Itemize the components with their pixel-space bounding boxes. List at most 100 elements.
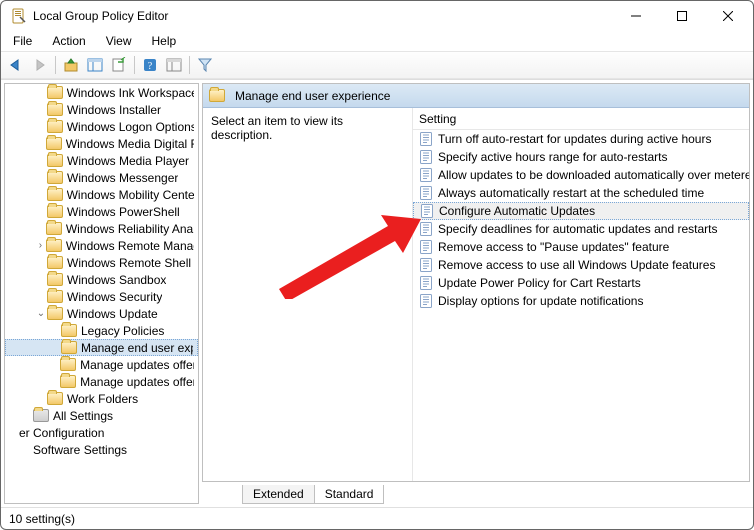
tree-item-label: Windows Sandbox (67, 273, 166, 287)
tree-item-label: Windows Logon Options (67, 120, 194, 134)
setting-item[interactable]: Configure Automatic Updates (413, 202, 749, 220)
policy-icon (419, 132, 433, 146)
setting-item[interactable]: Turn off auto-restart for updates during… (413, 130, 749, 148)
setting-item[interactable]: Remove access to use all Windows Update … (413, 256, 749, 274)
tree-item-label: Manage updates offere (80, 358, 194, 372)
tree-item-label: Manage end user expe (81, 341, 193, 355)
properties-button[interactable] (163, 54, 185, 76)
tree-item-label: Legacy Policies (81, 324, 164, 338)
setting-item[interactable]: Remove access to "Pause updates" feature (413, 238, 749, 256)
menu-help[interactable]: Help (144, 33, 185, 49)
policy-icon (419, 222, 433, 236)
tree-item[interactable]: ›Windows Remote Manage (5, 237, 198, 254)
description-prompt: Select an item to view its description. (211, 114, 343, 142)
setting-label: Turn off auto-restart for updates during… (438, 132, 711, 146)
tree-item[interactable]: ›Windows Mobility Center (5, 186, 198, 203)
tree-pane[interactable]: ›Windows Ink Workspace›Windows Installer… (4, 83, 199, 504)
tree-item-label: Windows Messenger (67, 171, 178, 185)
svg-text:?: ? (148, 61, 153, 72)
tab-extended[interactable]: Extended (242, 485, 315, 504)
tree-item[interactable]: ⌄ Windows Update (5, 305, 198, 322)
close-button[interactable] (705, 1, 751, 31)
folder-icon (47, 103, 63, 116)
menu-view[interactable]: View (98, 33, 140, 49)
filter-button[interactable] (194, 54, 216, 76)
folder-icon (46, 222, 62, 235)
tree-item[interactable]: ›Software Settings (5, 441, 198, 458)
tree-item[interactable]: ›Manage updates offere (5, 356, 198, 373)
tree-item-label: Windows Update (67, 307, 158, 321)
up-button[interactable] (60, 54, 82, 76)
title-bar: Local Group Policy Editor (1, 1, 753, 31)
tree-item[interactable]: ›er Configuration (5, 424, 198, 441)
settings-list: Setting Turn off auto-restart for update… (412, 108, 749, 481)
tree-item[interactable]: ›Legacy Policies (5, 322, 198, 339)
tree-item[interactable]: ›Windows Media Player (5, 152, 198, 169)
chevron-right-icon[interactable]: › (35, 240, 46, 251)
menu-action[interactable]: Action (44, 33, 93, 49)
setting-label: Update Power Policy for Cart Restarts (438, 276, 641, 290)
menu-file[interactable]: File (5, 33, 40, 49)
tab-standard[interactable]: Standard (314, 485, 385, 504)
policy-icon (419, 294, 433, 308)
folder-icon (47, 86, 63, 99)
export-button[interactable] (108, 54, 130, 76)
folder-icon (60, 375, 76, 388)
tree-item[interactable]: ›Windows Logon Options (5, 118, 198, 135)
folder-icon (46, 137, 62, 150)
content-header-label: Manage end user experience (235, 89, 390, 103)
tree-item[interactable]: ›Manage updates offere (5, 373, 198, 390)
setting-item[interactable]: Specify deadlines for automatic updates … (413, 220, 749, 238)
tree-item[interactable]: ›Windows Ink Workspace (5, 84, 198, 101)
setting-item[interactable]: Display options for update notifications (413, 292, 749, 310)
tree-item-label: Windows Installer (67, 103, 161, 117)
folder-icon (61, 324, 77, 337)
tree-item[interactable]: ›Windows Remote Shell (5, 254, 198, 271)
content-header: Manage end user experience (203, 84, 749, 108)
setting-label: Remove access to "Pause updates" feature (438, 240, 669, 254)
status-bar: 10 setting(s) (1, 507, 753, 529)
setting-item[interactable]: Update Power Policy for Cart Restarts (413, 274, 749, 292)
tree-item[interactable]: ›Windows Messenger (5, 169, 198, 186)
tree-item-label: Software Settings (33, 443, 127, 457)
tree-item[interactable]: ›Windows Media Digital Rig (5, 135, 198, 152)
tree-item[interactable]: ›All Settings (5, 407, 198, 424)
minimize-button[interactable] (613, 1, 659, 31)
help-button[interactable]: ? (139, 54, 161, 76)
setting-label: Always automatically restart at the sche… (438, 186, 704, 200)
setting-label: Allow updates to be downloaded automatic… (438, 168, 749, 182)
settings-icon (33, 409, 49, 422)
panes-button[interactable] (84, 54, 106, 76)
folder-icon (47, 392, 63, 405)
forward-button[interactable] (29, 54, 51, 76)
content-pane: Manage end user experience Select an ite… (202, 83, 750, 504)
tree-item-label: Windows Media Player (67, 154, 189, 168)
setting-item[interactable]: Specify active hours range for auto-rest… (413, 148, 749, 166)
folder-icon (60, 358, 76, 371)
back-button[interactable] (5, 54, 27, 76)
tree-item-label: Work Folders (67, 392, 138, 406)
folder-icon (47, 290, 63, 303)
tree-item-label: Windows Mobility Center (67, 188, 194, 202)
tree-item[interactable]: ›Manage end user expe (5, 339, 198, 356)
setting-item[interactable]: Always automatically restart at the sche… (413, 184, 749, 202)
tree-item[interactable]: ›Windows PowerShell (5, 203, 198, 220)
window-title: Local Group Policy Editor (33, 9, 168, 23)
settings-column-header[interactable]: Setting (413, 108, 749, 130)
folder-icon (47, 205, 63, 218)
status-text: 10 setting(s) (9, 512, 75, 526)
app-window: Local Group Policy Editor File Action Vi… (0, 0, 754, 530)
tree-item[interactable]: ›Work Folders (5, 390, 198, 407)
setting-label: Specify active hours range for auto-rest… (438, 150, 667, 164)
chevron-down-icon[interactable]: ⌄ (35, 308, 47, 319)
tree-item[interactable]: ›Windows Sandbox (5, 271, 198, 288)
setting-label: Configure Automatic Updates (439, 204, 595, 218)
maximize-button[interactable] (659, 1, 705, 31)
folder-icon (209, 89, 225, 102)
tree-item[interactable]: ›Windows Security (5, 288, 198, 305)
setting-label: Display options for update notifications (438, 294, 643, 308)
setting-item[interactable]: Allow updates to be downloaded automatic… (413, 166, 749, 184)
tree-item-label: Windows Media Digital Rig (66, 137, 194, 151)
tree-item[interactable]: ›Windows Installer (5, 101, 198, 118)
tree-item[interactable]: ›Windows Reliability Analys (5, 220, 198, 237)
